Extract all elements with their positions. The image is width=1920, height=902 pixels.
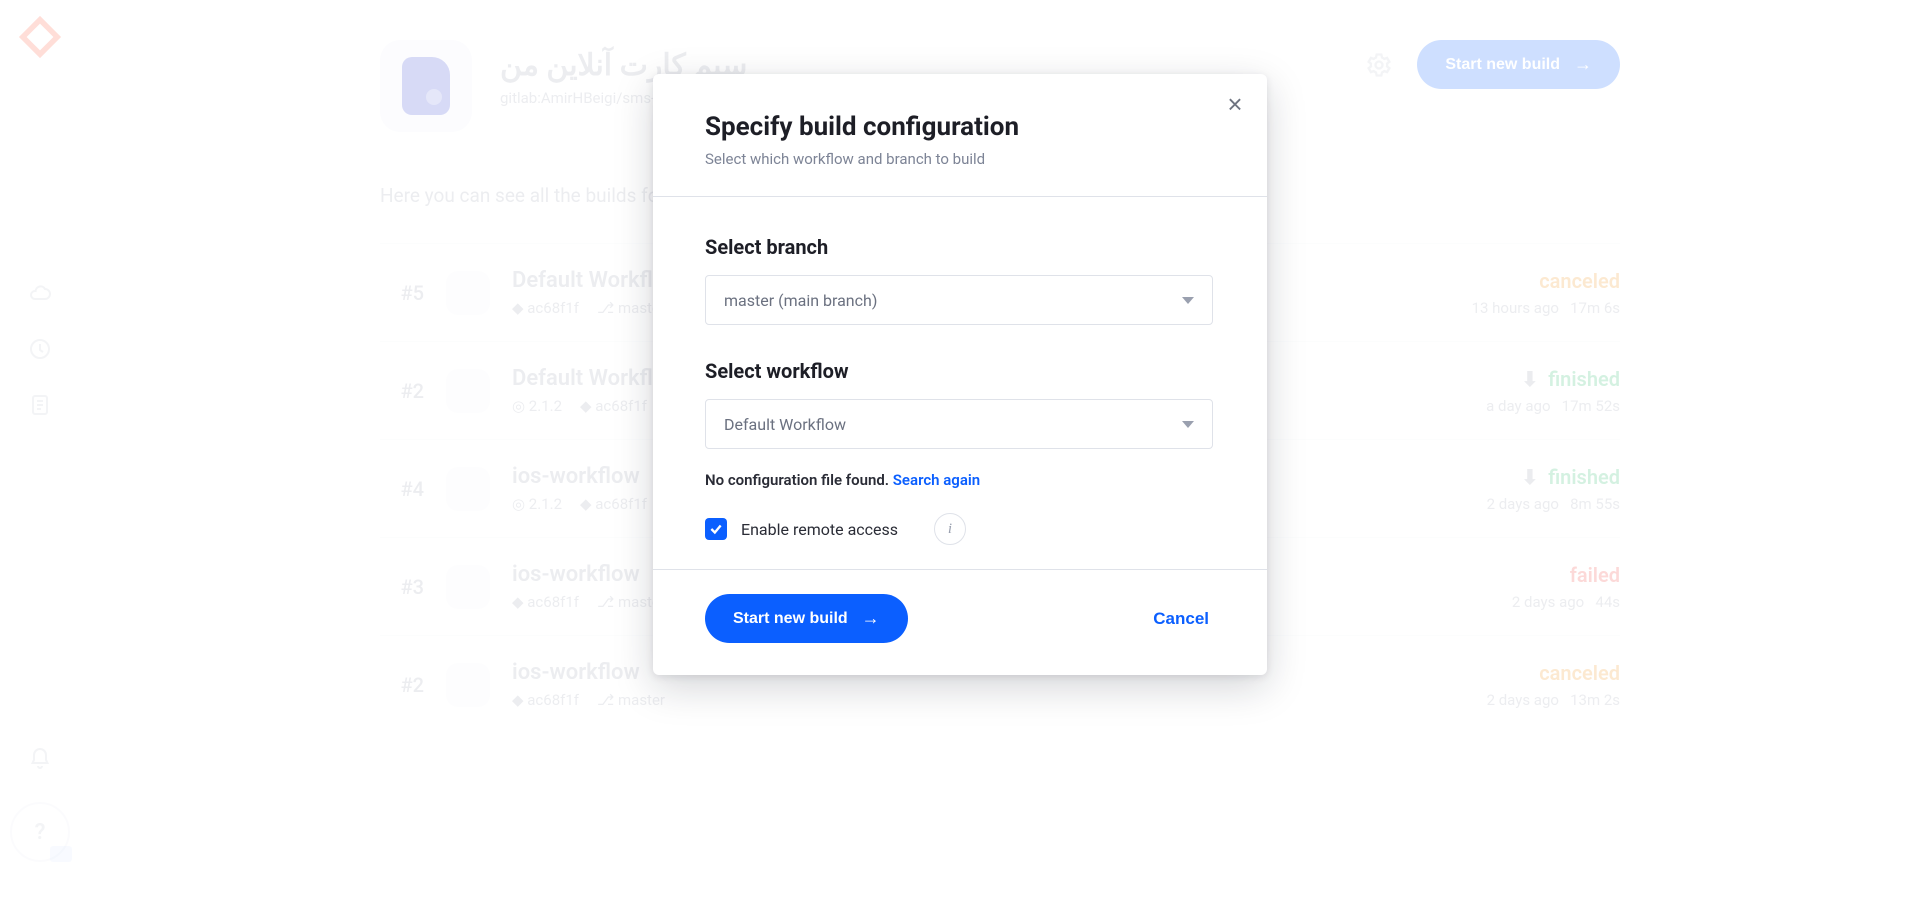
branch-value: master (main branch) xyxy=(724,291,877,310)
chevron-down-icon xyxy=(1182,297,1194,304)
cancel-button[interactable]: Cancel xyxy=(1147,608,1215,630)
remote-access-checkbox[interactable] xyxy=(705,518,727,540)
modal-start-button[interactable]: Start new build → xyxy=(705,594,908,643)
chevron-down-icon xyxy=(1182,421,1194,428)
workflow-select[interactable]: Default Workflow xyxy=(705,399,1213,449)
modal-title: Specify build configuration xyxy=(705,112,1215,142)
config-note: No configuration file found. Search agai… xyxy=(705,471,1215,489)
remote-access-label: Enable remote access xyxy=(741,520,898,539)
workflow-value: Default Workflow xyxy=(724,415,846,434)
arrow-right-icon: → xyxy=(862,608,880,629)
info-icon[interactable]: i xyxy=(934,513,966,545)
workflow-label: Select workflow xyxy=(705,359,1215,383)
search-again-link[interactable]: Search again xyxy=(893,471,980,489)
branch-label: Select branch xyxy=(705,235,1215,259)
modal-subtitle: Select which workflow and branch to buil… xyxy=(705,150,1215,168)
branch-select[interactable]: master (main branch) xyxy=(705,275,1213,325)
close-icon[interactable]: × xyxy=(1219,88,1251,120)
build-config-modal: × Specify build configuration Select whi… xyxy=(653,74,1267,675)
